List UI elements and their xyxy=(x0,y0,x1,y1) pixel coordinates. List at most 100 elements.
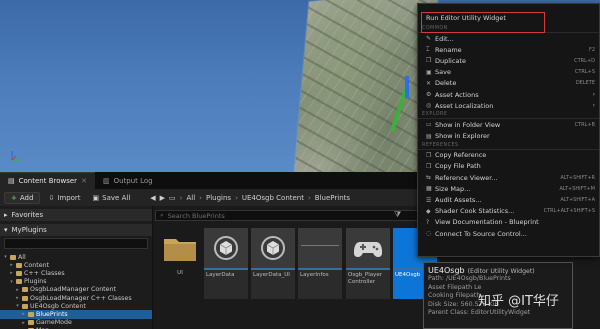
back-icon[interactable]: ◀ xyxy=(150,194,155,202)
breadcrumb-item[interactable]: Plugins xyxy=(206,194,231,202)
context-menu-item[interactable]: ❐ Copy Reference xyxy=(418,150,599,161)
context-menu-item[interactable]: ❐ Copy File Path xyxy=(418,161,599,172)
section-header: EXPLORE xyxy=(418,111,599,120)
chevron-down-icon[interactable]: ▾ xyxy=(15,303,20,309)
context-menu-item[interactable]: ✎ Edit... xyxy=(418,33,599,44)
context-menu-item[interactable]: ⌶ Rename F2 xyxy=(418,44,599,55)
context-menu-item[interactable]: ◆ Shader Cook Statistics... CTRL+ALT+SHIFT… xyxy=(418,206,599,217)
asset-tile[interactable]: LayerData xyxy=(204,228,248,299)
context-menu-item[interactable]: ☰ Audit Assets... ALT+SHIFT+A xyxy=(418,194,599,205)
context-menu-item[interactable]: ? View Documentation - Blueprint xyxy=(418,217,599,228)
tree-item-label: OsgbLoadManager C++ Classes xyxy=(30,294,132,302)
chevron-right-icon[interactable]: ▸ xyxy=(9,262,14,268)
save-all-button[interactable]: ▣ Save All xyxy=(89,192,135,204)
import-button[interactable]: ⇩ Import xyxy=(44,192,84,204)
folder-icon xyxy=(28,320,34,326)
folder-icon: ▭ xyxy=(426,121,432,129)
asset-tile[interactable]: UI xyxy=(158,228,202,299)
tree-item[interactable]: ▸ Content xyxy=(0,261,152,269)
context-menu-item[interactable]: ▤ Show in Explorer xyxy=(418,131,599,142)
context-menu-item[interactable]: ▭ Show in Folder View CTRL+B xyxy=(418,119,599,130)
tree-item[interactable]: ▸ GameMode xyxy=(0,319,152,327)
tree-item-label: BluePrints xyxy=(36,310,68,318)
shortcut-label: CTRL+S xyxy=(574,69,595,76)
asset-thumbnail xyxy=(298,228,342,268)
chevron-down-icon: ▾ xyxy=(4,226,8,234)
add-label: Add xyxy=(19,193,34,202)
chevron-right-icon[interactable]: ▸ xyxy=(15,287,20,293)
tree-item[interactable]: ▾ All xyxy=(0,253,152,261)
copy-icon: ❐ xyxy=(426,151,432,159)
context-menu-item-label: Rename xyxy=(435,45,462,54)
asset-tile-label: UI xyxy=(177,270,183,276)
context-menu-item[interactable]: ✕ Delete DELETE xyxy=(418,78,599,89)
context-menu-item[interactable]: ❐ Duplicate CTRL+D xyxy=(418,55,599,66)
duplicate-icon: ❐ xyxy=(426,57,432,65)
breadcrumb-item[interactable]: BluePrints xyxy=(315,194,350,202)
context-menu-item[interactable]: ◎ Asset Localization › xyxy=(418,100,599,111)
forward-icon[interactable]: ▶ xyxy=(160,194,165,202)
tree-item[interactable]: ▸ OsgbLoadManager C++ Classes xyxy=(0,294,152,302)
chevron-right-icon[interactable]: ▸ xyxy=(9,270,14,276)
breadcrumb: ◀ ▶ ▭ › All › Plugins › UE4Osgb Content … xyxy=(150,193,351,202)
tree-item[interactable]: ▸ OsgbLoadManager Content xyxy=(0,286,152,294)
context-menu-item[interactable]: ◌ Connect To Source Control... xyxy=(418,228,599,239)
shortcut-label: CTRL+B xyxy=(574,121,595,128)
favorites-label: Favorites xyxy=(11,211,44,219)
tree-item-label: Content xyxy=(24,261,50,269)
tab-output-log[interactable]: ▥ Output Log xyxy=(95,172,161,189)
breadcrumb-item[interactable]: All xyxy=(186,194,195,202)
chevron-right-icon[interactable]: ▸ xyxy=(21,320,26,326)
filter-icon[interactable]: ⧩ xyxy=(394,210,401,220)
context-menu-item-label: Audit Assets... xyxy=(435,196,482,205)
breadcrumb-item[interactable]: UE4Osgb Content xyxy=(242,194,304,202)
reference-viewer-icon: ⇆ xyxy=(426,174,432,182)
context-menu-item-label: Shader Cook Statistics... xyxy=(435,207,515,216)
chevron-down-icon[interactable]: ▾ xyxy=(9,279,14,285)
asset-actions-icon: ⚙ xyxy=(426,91,432,99)
folder-search-input[interactable] xyxy=(4,238,148,249)
asset-tile[interactable]: LayerData_UI xyxy=(251,228,295,299)
close-icon[interactable]: ✕ xyxy=(81,177,87,185)
context-menu-item[interactable]: ⇆ Reference Viewer... ALT+SHIFT+R xyxy=(418,172,599,183)
transform-gizmo-z-axis[interactable] xyxy=(405,76,409,98)
tab-content-browser[interactable]: ▤ Content Browser ✕ xyxy=(0,172,95,189)
shortcut-label: CTRL+ALT+SHIFT+S xyxy=(543,208,595,215)
plus-icon: + xyxy=(11,193,17,202)
folder-icon: ▭ xyxy=(169,193,176,202)
tree-item[interactable]: ▸ BluePrints xyxy=(0,310,152,319)
asset-tile[interactable]: LayerInfos xyxy=(298,228,342,299)
asset-search-input[interactable]: ⌕ Search BluePrints xyxy=(155,210,420,221)
tab-label: Content Browser xyxy=(18,177,78,185)
context-menu-item[interactable]: ⚙ Asset Actions › xyxy=(418,89,599,100)
rename-icon: ⌶ xyxy=(426,45,430,53)
favorites-header[interactable]: ▸ Favorites xyxy=(0,209,152,221)
myplugins-header[interactable]: ▾ MyPlugins xyxy=(0,224,152,236)
blueprint-cube-icon xyxy=(251,228,295,268)
tooltip-title: UE4Osgb xyxy=(428,266,465,275)
folder-icon xyxy=(16,262,22,268)
chevron-right-icon[interactable]: ▸ xyxy=(15,295,20,301)
import-label: Import xyxy=(57,193,81,202)
context-menu-item-label: Copy Reference xyxy=(435,151,487,160)
add-button[interactable]: + Add xyxy=(4,191,41,204)
context-menu-item[interactable]: ▦ Size Map... ALT+SHIFT+M xyxy=(418,183,599,194)
save-all-label: Save All xyxy=(102,193,131,202)
tree-item[interactable]: ▾ UE4Osgb Content xyxy=(0,302,152,310)
tree-item[interactable]: ▾ Plugins xyxy=(0,278,152,286)
blueprint-cube-icon xyxy=(204,228,248,268)
tree-item-label: GameMode xyxy=(36,319,72,327)
shortcut-label: ALT+SHIFT+M xyxy=(559,185,595,192)
context-menu-item[interactable]: ▣ Save CTRL+S xyxy=(418,67,599,78)
chevron-right-icon[interactable]: ▸ xyxy=(21,311,26,317)
asset-tile[interactable]: Osgb_Player Controller xyxy=(346,228,390,299)
shortcut-label: CTRL+D xyxy=(574,57,595,64)
tooltip-line: Parent Class: EditorUtilityWidget xyxy=(428,309,531,316)
gamepad-icon xyxy=(346,228,390,268)
shader-icon: ◆ xyxy=(426,207,431,215)
chevron-down-icon[interactable]: ▾ xyxy=(3,254,8,260)
tree-item[interactable]: ▸ C++ Classes xyxy=(0,269,152,277)
tree-item-label: UE4Osgb Content xyxy=(30,302,86,310)
help-icon: ? xyxy=(426,218,430,226)
explorer-icon: ▤ xyxy=(426,132,432,140)
